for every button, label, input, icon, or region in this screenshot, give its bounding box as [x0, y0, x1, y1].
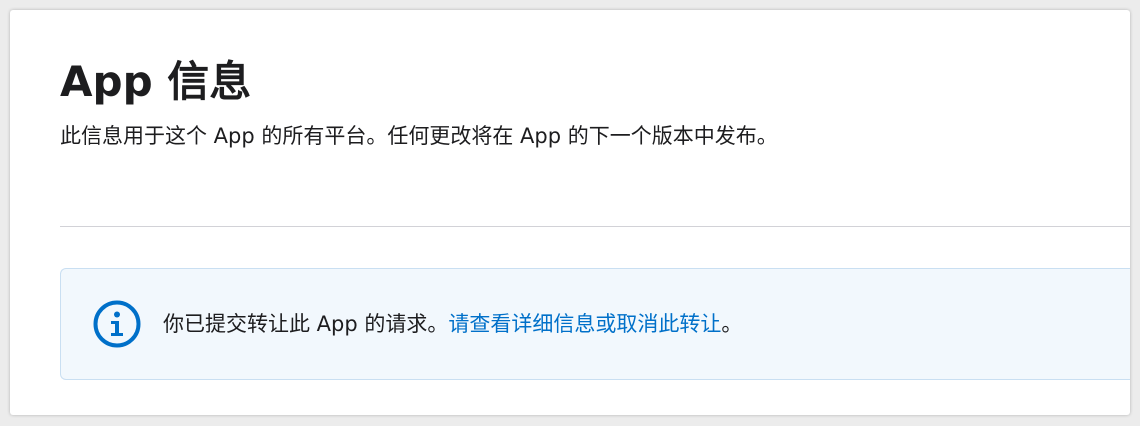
page-description: 此信息用于这个 App 的所有平台。任何更改将在 App 的下一个版本中发布。: [60, 124, 778, 148]
notice-message: 你已提交转让此 App 的请求。: [163, 312, 449, 336]
app-info-card: App 信息 此信息用于这个 App 的所有平台。任何更改将在 App 的下一个…: [10, 10, 1130, 415]
page-title: App 信息: [60, 57, 252, 106]
info-icon: [93, 300, 141, 348]
transfer-notice-banner: 你已提交转让此 App 的请求。请查看详细信息或取消此转让。: [60, 268, 1130, 380]
notice-text: 你已提交转让此 App 的请求。请查看详细信息或取消此转让。: [163, 308, 742, 340]
section-divider: [60, 226, 1130, 227]
notice-end-punctuation: 。: [721, 312, 743, 336]
view-transfer-details-link[interactable]: 请查看详细信息或取消此转让: [448, 312, 721, 336]
